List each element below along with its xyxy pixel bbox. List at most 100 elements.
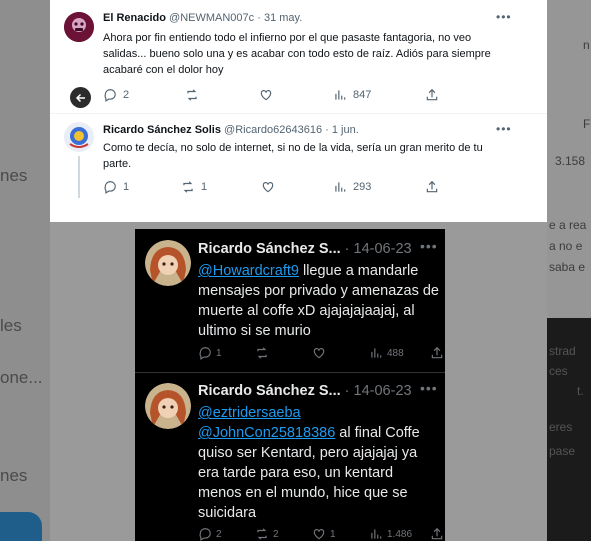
tweet-date[interactable]: · 31 may.: [257, 12, 302, 24]
retweet-count: 2: [273, 528, 279, 540]
mention-link[interactable]: @Howardcraft9: [198, 263, 299, 279]
bg-fragment: eres: [549, 420, 573, 434]
tweet-dark-2[interactable]: Ricardo Sánchez S... · 14-06-23 ••• @ezt…: [135, 373, 445, 541]
like-button[interactable]: 1: [312, 527, 336, 541]
author-name[interactable]: El Renacido: [103, 12, 166, 24]
bg-fragment: nes: [0, 466, 28, 485]
share-button[interactable]: [425, 88, 439, 102]
author-name[interactable]: Ricardo Sánchez Solis: [103, 124, 221, 136]
background-right-panel: n F 3.158 e a rea a no e saba e strad ce…: [547, 0, 591, 541]
reply-button[interactable]: 1: [198, 346, 222, 360]
light-thread-screenshot: El Renacido @NEWMAN007c · 31 may. ••• Ah…: [50, 0, 547, 222]
bg-fragment: nes: [0, 166, 28, 185]
share-icon: [431, 527, 443, 540]
tweet-actions: 1 1 293: [103, 180, 503, 196]
retweet-button[interactable]: 1: [181, 180, 207, 194]
tweet-date[interactable]: · 1 jun.: [325, 124, 359, 136]
tweet-text: Como te decía, no solo de internet, si n…: [103, 142, 483, 170]
reply-button[interactable]: 2: [103, 88, 129, 102]
retweet-icon: [257, 528, 267, 540]
reply-button[interactable]: 1: [103, 180, 129, 194]
like-button[interactable]: [259, 88, 273, 102]
views-button[interactable]: 1.486: [369, 527, 412, 541]
reply-icon: [104, 181, 116, 194]
bg-button-fragment: [0, 512, 42, 541]
author-name[interactable]: Ricardo Sánchez S...: [198, 241, 341, 257]
bg-fragment: ces: [549, 364, 568, 378]
more-options-icon[interactable]: •••: [496, 10, 512, 24]
retweet-button[interactable]: [185, 88, 199, 102]
back-button[interactable]: [70, 87, 91, 108]
retweet-icon: [257, 347, 267, 359]
tweet-ricardo[interactable]: Ricardo Sánchez Solis @Ricardo62643616 ·…: [50, 114, 547, 222]
view-count: 847: [353, 89, 372, 101]
thread-connector: [78, 156, 80, 198]
share-button[interactable]: [425, 180, 439, 194]
views-icon: [371, 348, 382, 358]
views-icon: [371, 529, 382, 539]
tweet-actions: 2 847: [103, 88, 503, 104]
share-button[interactable]: [430, 346, 444, 360]
view-count: 488: [387, 347, 404, 359]
mention-link[interactable]: @eztridersaeba: [198, 405, 301, 421]
share-button[interactable]: [430, 527, 444, 541]
heart-icon: [262, 182, 274, 193]
reply-icon: [104, 89, 116, 102]
reply-icon: [199, 347, 211, 360]
like-button[interactable]: [261, 180, 275, 194]
heart-icon: [313, 529, 325, 540]
view-count: 1.486: [387, 528, 413, 540]
views-button[interactable]: 293: [333, 180, 371, 194]
reply-count: 2: [216, 528, 222, 540]
bg-fragment: saba e: [549, 260, 586, 274]
tweet-date[interactable]: · 14-06-23: [345, 383, 412, 399]
tweet-renacido[interactable]: El Renacido @NEWMAN007c · 31 may. ••• Ah…: [50, 0, 547, 112]
bg-fragment: one...: [0, 368, 43, 387]
more-options-icon[interactable]: •••: [420, 380, 438, 396]
author-handle[interactable]: @NEWMAN007c: [169, 12, 254, 24]
bg-fragment: pase: [549, 444, 576, 458]
view-count: 293: [353, 181, 372, 193]
background-left-panel: nes les one... nes: [0, 0, 50, 541]
bg-fragment: strad: [549, 344, 576, 358]
views-button[interactable]: 847: [333, 88, 371, 102]
like-button[interactable]: [312, 346, 326, 360]
retweet-count: 1: [201, 181, 208, 193]
share-icon: [431, 346, 443, 359]
more-options-icon[interactable]: •••: [496, 122, 512, 136]
bg-fragment: e a rea: [549, 218, 587, 232]
reply-button[interactable]: 2: [198, 527, 222, 541]
retweet-button[interactable]: [255, 346, 269, 360]
bg-fragment: F: [583, 117, 591, 131]
reply-count: 2: [123, 89, 130, 101]
avatar[interactable]: [145, 240, 191, 286]
retweet-icon: [183, 181, 193, 193]
retweet-icon: [187, 89, 197, 101]
avatar[interactable]: [64, 12, 94, 42]
heart-icon: [260, 90, 272, 101]
bg-fragment: n: [583, 38, 590, 52]
like-count: 1: [330, 528, 336, 540]
arrow-left-icon: [75, 93, 85, 102]
avatar[interactable]: [64, 122, 94, 152]
author-name[interactable]: Ricardo Sánchez S...: [198, 383, 341, 399]
reply-count: 1: [216, 347, 222, 359]
retweet-button[interactable]: 2: [255, 527, 279, 541]
dark-thread-screenshot: Ricardo Sánchez S... · 14-06-23 ••• @How…: [135, 229, 445, 541]
tweet-date[interactable]: · 14-06-23: [345, 241, 412, 257]
reply-count: 1: [123, 181, 130, 193]
views-icon: [335, 90, 346, 100]
author-handle[interactable]: @Ricardo62643616: [224, 124, 322, 136]
share-icon: [426, 180, 438, 193]
tweet-dark-1[interactable]: Ricardo Sánchez S... · 14-06-23 ••• @How…: [135, 229, 445, 369]
bg-fragment: 3.158: [555, 154, 586, 168]
views-icon: [335, 182, 346, 192]
more-options-icon[interactable]: •••: [420, 238, 438, 254]
avatar[interactable]: [145, 383, 191, 429]
tweet-text: Ahora por fin entiendo todo el infierno …: [103, 32, 491, 76]
views-button[interactable]: 488: [369, 346, 404, 360]
share-icon: [426, 88, 438, 101]
reply-icon: [199, 528, 211, 541]
heart-icon: [313, 348, 325, 359]
mention-link[interactable]: @JohnCon25818386: [198, 425, 335, 441]
